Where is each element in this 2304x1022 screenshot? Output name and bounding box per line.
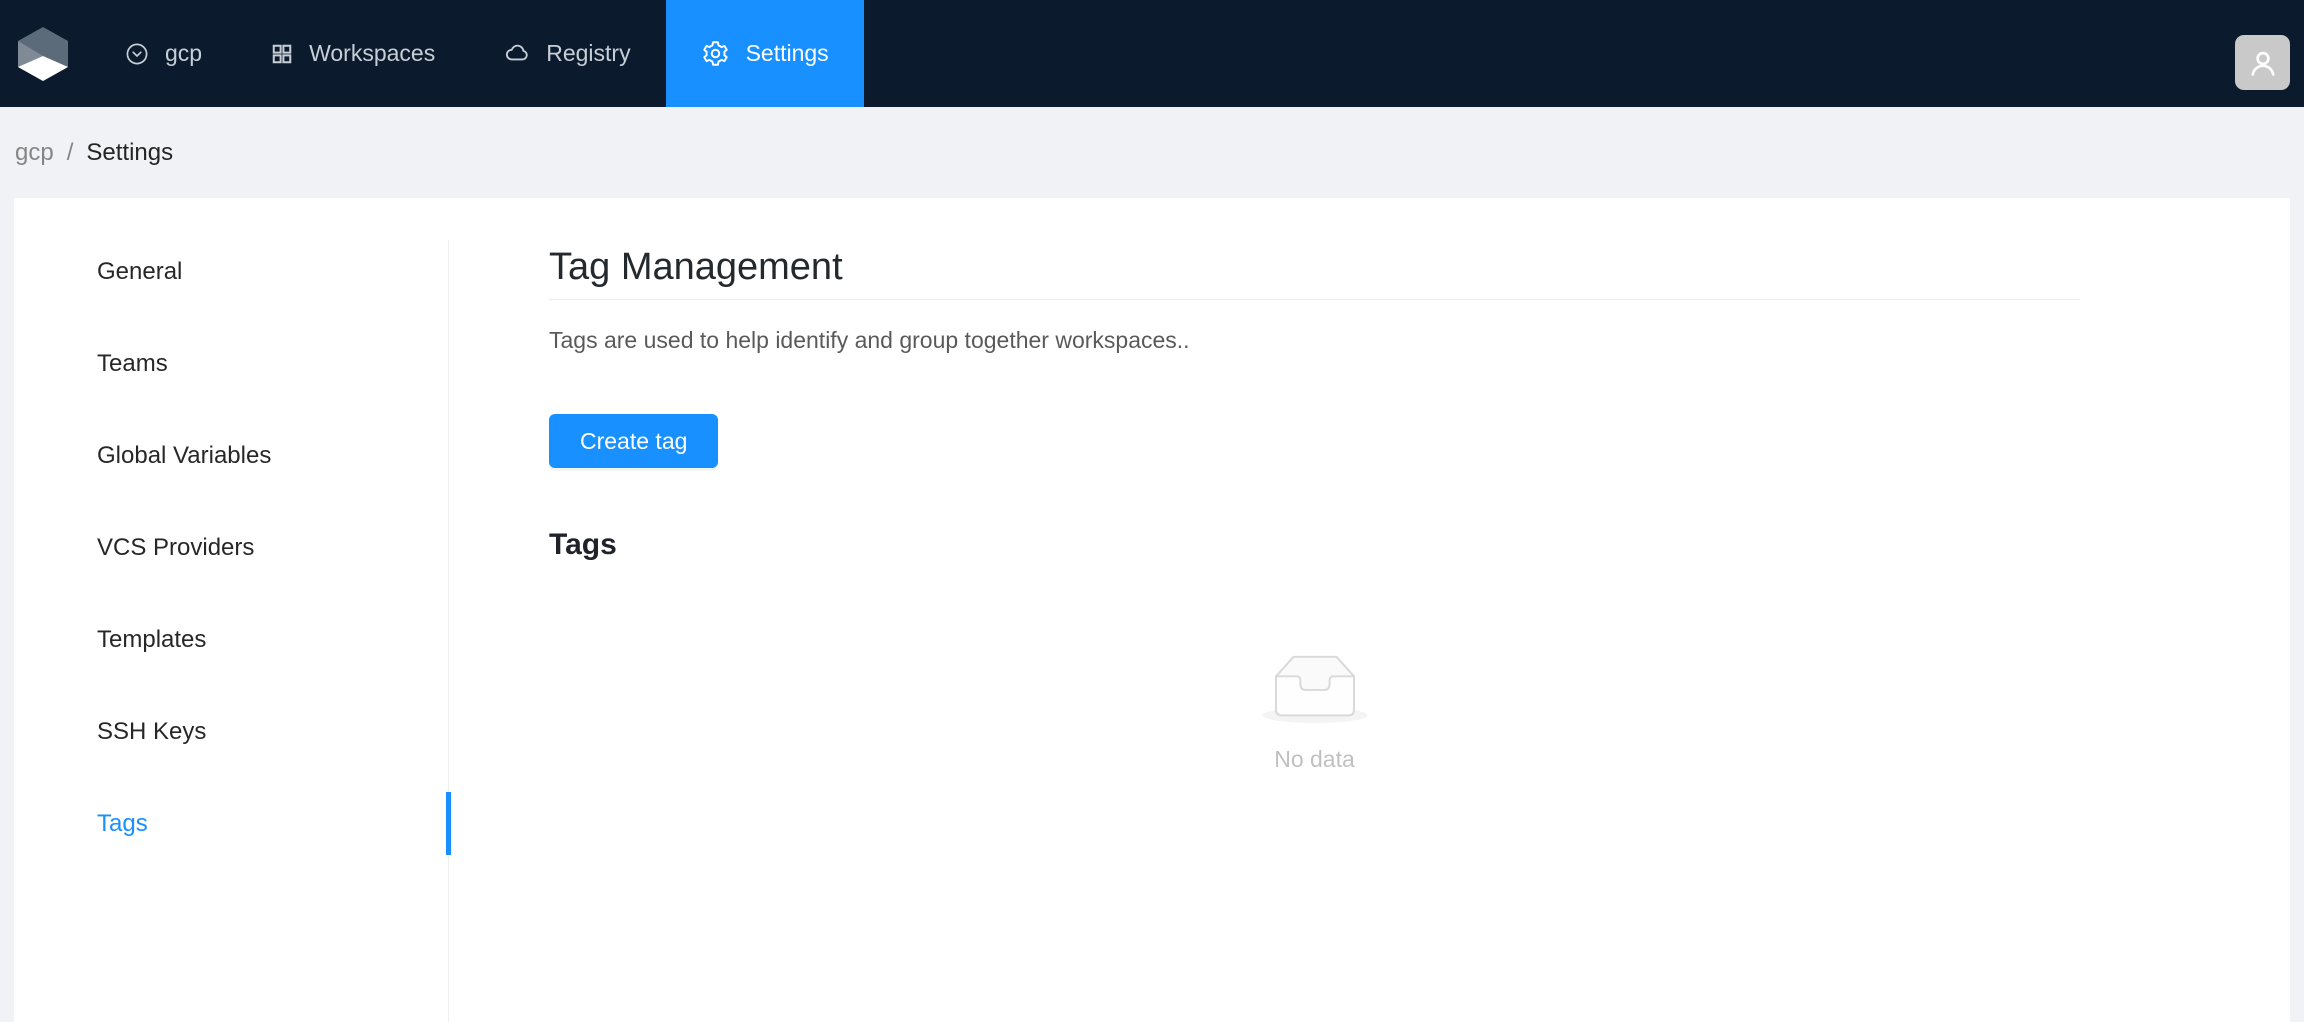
- tags-section-heading: Tags: [549, 528, 617, 561]
- nav-item-workspaces[interactable]: Workspaces: [271, 0, 435, 107]
- empty-state: No data: [549, 649, 2080, 773]
- tag-management-panel: Tag Management Tags are used to help ide…: [449, 240, 2290, 1022]
- sidebar-item-tags[interactable]: Tags: [14, 792, 451, 855]
- breadcrumb-org-link[interactable]: gcp: [15, 139, 54, 167]
- cloud-icon: [504, 41, 530, 67]
- nav-item-label: gcp: [165, 40, 203, 66]
- sidebar-item-ssh-keys[interactable]: SSH Keys: [14, 700, 448, 763]
- nav-item-organization[interactable]: gcp: [125, 0, 202, 107]
- app-logo[interactable]: [18, 26, 68, 81]
- app-grid-icon: [271, 43, 293, 65]
- page-title: Tag Management: [549, 244, 2080, 300]
- create-tag-button[interactable]: Create tag: [549, 414, 719, 468]
- nav-item-label: Settings: [745, 40, 829, 66]
- inbox-icon: [1261, 655, 1368, 724]
- user-icon: [2250, 51, 2275, 76]
- chevron-down-circle-icon: [125, 42, 149, 66]
- page-description: Tags are used to help identify and group…: [549, 327, 1190, 353]
- sidebar-item-vcs-providers[interactable]: VCS Providers: [14, 516, 448, 579]
- sidebar-item-general[interactable]: General: [14, 240, 448, 303]
- breadcrumb: gcp / Settings: [0, 107, 2304, 198]
- nav-item-label: Registry: [546, 40, 631, 66]
- cube-logo-icon: [18, 26, 68, 81]
- nav-item-label: Workspaces: [309, 40, 436, 66]
- gear-icon: [701, 39, 730, 68]
- breadcrumb-separator: /: [66, 138, 74, 166]
- empty-state-text: No data: [1274, 746, 1355, 772]
- nav-item-registry[interactable]: Registry: [504, 0, 631, 107]
- settings-card: General Teams Global Variables VCS Provi…: [14, 198, 2290, 1022]
- settings-side-menu: General Teams Global Variables VCS Provi…: [14, 240, 451, 1022]
- sidebar-item-teams[interactable]: Teams: [14, 332, 448, 395]
- nav-item-settings[interactable]: Settings: [665, 0, 864, 107]
- sidebar-item-templates[interactable]: Templates: [14, 608, 448, 671]
- breadcrumb-current: Settings: [86, 138, 174, 166]
- top-nav: gcp Workspaces Registry Settings: [0, 0, 2304, 107]
- sidebar-item-global-variables[interactable]: Global Variables: [14, 424, 448, 487]
- user-avatar-button[interactable]: [2235, 35, 2290, 90]
